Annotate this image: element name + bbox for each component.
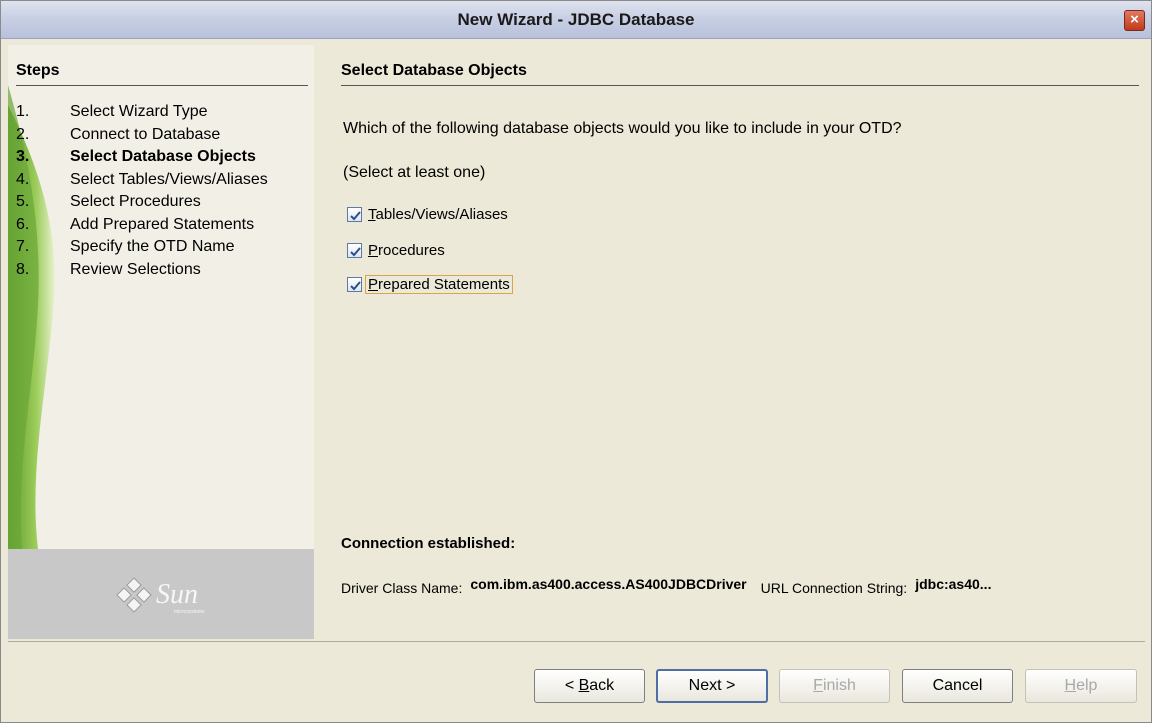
step-label: Select Wizard Type	[70, 103, 208, 120]
back-button[interactable]: < Back	[534, 669, 645, 703]
step-label: Connect to Database	[70, 125, 221, 143]
steps-list: 1. Select Wizard Type 2. Connect to Databas…	[16, 101, 306, 281]
step-label: Add Prepared Statements	[70, 215, 255, 233]
procedures-checkbox[interactable]: Procedures	[347, 242, 445, 259]
step-label: Review Selections	[70, 260, 201, 278]
step-number: 4.	[16, 170, 30, 188]
close-button[interactable]: ×	[1124, 10, 1145, 31]
wizard-window: New Wizard - JDBC Database × Steps 1. Sel…	[0, 0, 1152, 723]
checkbox-box[interactable]	[347, 207, 362, 222]
finish-button[interactable]: Finish	[779, 669, 890, 703]
sun-logo: Sun microsystems	[116, 577, 205, 615]
page-title-divider	[341, 85, 1139, 86]
close-icon: ×	[1130, 11, 1139, 28]
tables-views-aliases-checkbox[interactable]: Tables/Views/Aliases	[347, 206, 508, 223]
step-item: 6. Add Prepared Statements	[16, 214, 306, 237]
checkmark-icon	[350, 211, 361, 221]
steps-heading: Steps	[16, 62, 60, 79]
step-item: 2. Connect to Database	[16, 124, 306, 147]
step-label: Select Tables/Views/Aliases	[70, 170, 268, 188]
title-bar: New Wizard - JDBC Database ×	[1, 1, 1151, 39]
step-number: 7.	[16, 238, 30, 255]
checkmark-icon	[350, 247, 361, 257]
prepared-statements-checkbox[interactable]: Prepared Statements	[347, 275, 513, 294]
step-item: 3. Select Database Objects	[16, 146, 306, 169]
step-label: Specify the OTD Name	[70, 238, 235, 255]
driver-class-value: com.ibm.as400.access.AS400JDBCDriver	[470, 576, 747, 592]
step-item: 5. Select Procedures	[16, 191, 306, 214]
step-item: 1. Select Wizard Type	[16, 101, 306, 124]
footer-divider	[8, 641, 1145, 642]
window-title: New Wizard - JDBC Database	[457, 10, 695, 29]
main-panel: Select Database Objects Which of the fol…	[319, 45, 1145, 639]
prepared-statements-label: Prepared Statements	[365, 275, 513, 294]
next-button[interactable]: Next >	[656, 669, 768, 703]
step-item: 8. Review Selections	[16, 259, 306, 282]
steps-divider	[16, 85, 308, 86]
step-label: Select Procedures	[70, 193, 201, 210]
checkbox-box[interactable]	[347, 243, 362, 258]
url-connection-label: URL Connection String:	[760, 580, 908, 596]
steps-panel: Steps 1. Select Wizard Type 2. Connect to D…	[8, 45, 314, 639]
url-connection-value: jdbc:as40...	[915, 576, 992, 592]
checkbox-box[interactable]	[347, 277, 362, 292]
connection-details: Driver Class Name: com.ibm.as400.access.A…	[341, 576, 1141, 598]
help-button[interactable]: Help	[1025, 669, 1137, 703]
step-item: 4. Select Tables/Views/Aliases	[16, 169, 306, 192]
checkmark-icon	[350, 281, 361, 291]
step-number: 5.	[16, 193, 30, 210]
question-text: Which of the following database objects …	[343, 120, 902, 137]
step-label: Select Database Objects	[70, 148, 256, 165]
tables-views-aliases-label: Tables/Views/Aliases	[368, 206, 508, 223]
driver-class-label: Driver Class Name:	[341, 580, 463, 596]
step-number: 2.	[16, 125, 30, 143]
step-number: 1.	[16, 103, 30, 120]
cancel-button[interactable]: Cancel	[902, 669, 1013, 703]
step-number: 8.	[16, 260, 30, 278]
page-title: Select Database Objects	[341, 62, 527, 79]
sun-logo-subtext: microsystems	[174, 609, 205, 615]
step-number: 3.	[16, 148, 30, 165]
connection-status-heading: Connection established:	[341, 535, 516, 552]
step-number: 6.	[16, 215, 30, 233]
sun-logo-text: Sun	[156, 579, 198, 610]
step-item: 7. Specify the OTD Name	[16, 236, 306, 259]
hint-text: (Select at least one)	[343, 164, 486, 181]
procedures-label: Procedures	[368, 242, 445, 259]
sun-logo-area: Sun microsystems	[8, 549, 314, 639]
